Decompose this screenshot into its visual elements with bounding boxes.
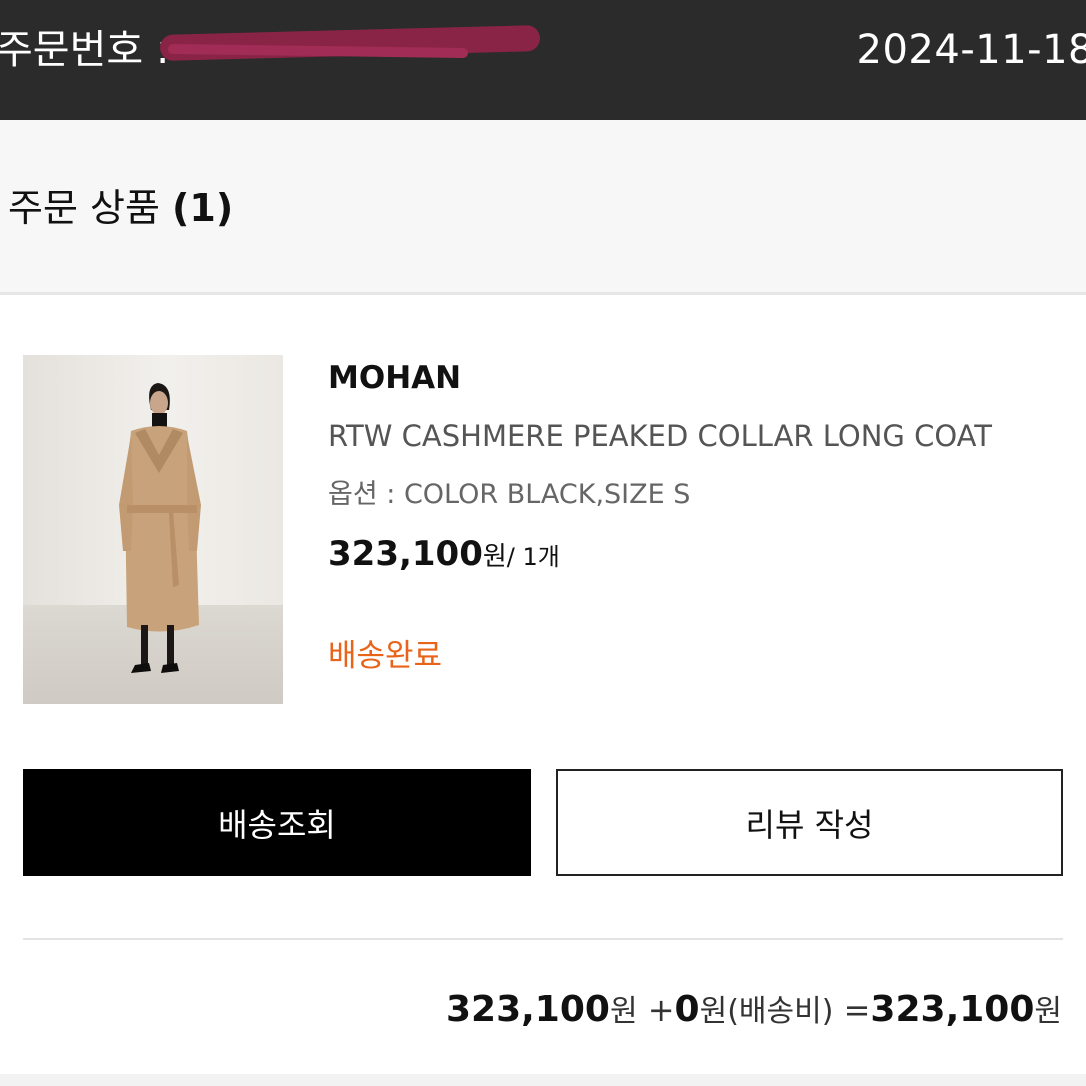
shipping-unit: 원 — [699, 994, 728, 1029]
product-price-line: 323,100원/ 1개 — [328, 532, 560, 582]
divider — [23, 938, 1063, 940]
write-review-button[interactable]: 리뷰 작성 — [556, 769, 1063, 876]
track-delivery-button[interactable]: 배송조회 — [23, 769, 531, 876]
subtotal-unit: 원 — [609, 994, 638, 1029]
grand-total-unit: 원 — [1034, 994, 1062, 1029]
product-quantity: / 1개 — [506, 543, 560, 571]
equals-sign: = — [833, 991, 871, 1029]
order-items-section-header: 주문 상품 (1) — [0, 120, 1086, 292]
product-name[interactable]: RTW CASHMERE PEAKED COLLAR LONG COAT — [328, 416, 1058, 456]
item-count: (1) — [172, 186, 234, 230]
shipping-label: (배송비) — [727, 994, 834, 1029]
order-header: 주문번호 : 2024-11-18 — [0, 0, 1086, 120]
divider — [0, 1074, 1086, 1086]
plus-sign: + — [637, 991, 675, 1029]
subtotal-amount: 323,100 — [445, 989, 610, 1030]
order-total-line: 323,100원 +0원(배송비) =323,100원 — [446, 986, 1062, 1040]
order-date: 2024-11-18 — [856, 27, 1086, 73]
section-title-text: 주문 상품 — [8, 186, 160, 230]
price-unit: 원 — [482, 542, 507, 572]
grand-total-amount: 323,100 — [870, 989, 1035, 1030]
order-number-label: 주문번호 : — [0, 27, 170, 73]
section-title: 주문 상품 (1) — [8, 184, 233, 232]
delivery-status: 배송완료 — [328, 638, 443, 674]
product-price: 323,100 — [328, 534, 483, 574]
product-option: 옵션 : COLOR BLACK,SIZE S — [328, 479, 691, 510]
shipping-amount: 0 — [674, 989, 700, 1030]
product-thumbnail[interactable] — [23, 355, 283, 704]
product-brand: MOHAN — [328, 360, 462, 396]
divider — [0, 292, 1086, 295]
product-image — [23, 355, 283, 704]
